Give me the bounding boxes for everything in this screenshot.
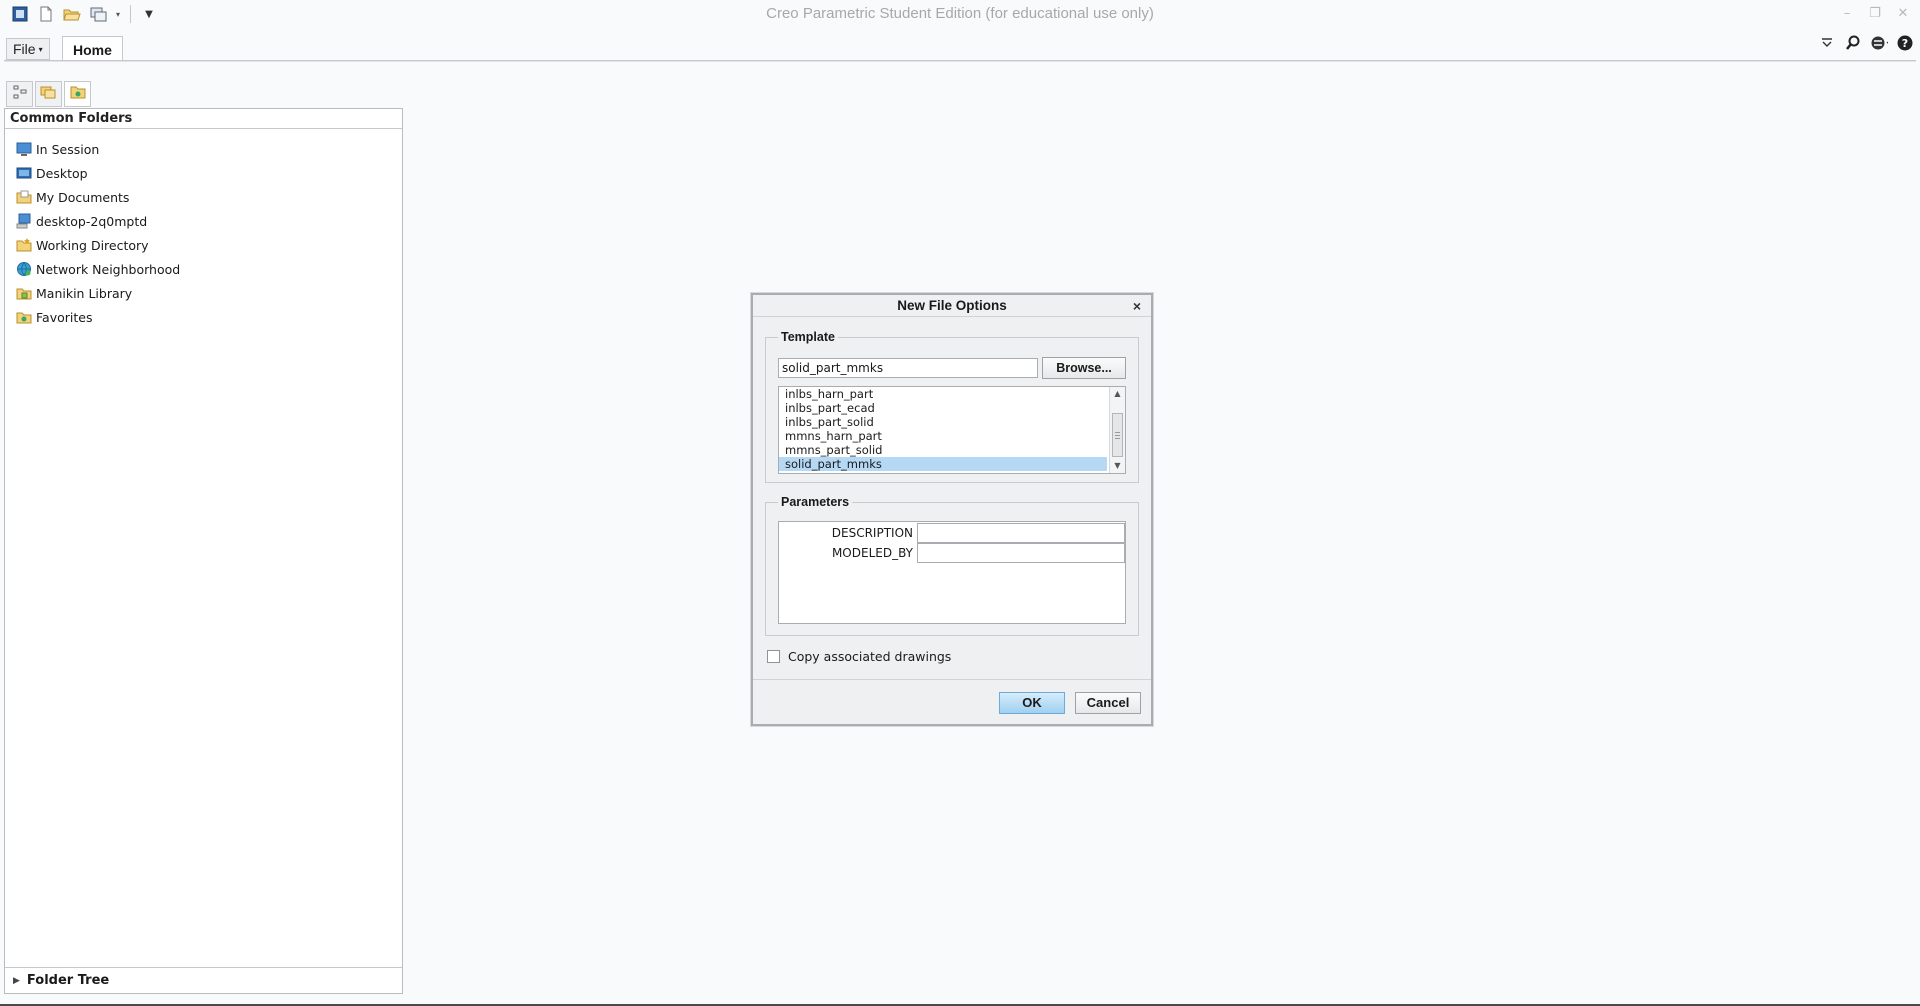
folder-label: Manikin Library xyxy=(36,285,133,301)
folder-label: Desktop xyxy=(36,165,88,181)
desktop-icon xyxy=(16,165,32,181)
folder-label: Favorites xyxy=(36,309,93,325)
dialog-title: New File Options xyxy=(897,298,1007,313)
folder-item-in-session[interactable]: In Session xyxy=(5,137,402,161)
modeled-by-field[interactable] xyxy=(917,543,1125,563)
copy-drawings-checkbox[interactable] xyxy=(767,650,780,663)
new-file-options-dialog: New File Options × Template solid_part_m… xyxy=(751,293,1153,726)
param-row: MODELED_BY xyxy=(779,543,1125,564)
monitor-icon xyxy=(16,141,32,157)
folder-item-network-neighborhood[interactable]: Network Neighborhood xyxy=(5,257,402,281)
folder-label: Network Neighborhood xyxy=(36,261,181,277)
documents-icon xyxy=(16,189,32,205)
tab-model-tree[interactable] xyxy=(6,81,33,107)
folder-item-manikin-library[interactable]: Manikin Library xyxy=(5,281,402,305)
dialog-title-bar: New File Options × xyxy=(753,295,1151,317)
parameters-group: Parameters DESCRIPTION MODELED_BY xyxy=(765,495,1139,636)
restore-icon[interactable]: ❐ xyxy=(1866,4,1884,22)
param-name: DESCRIPTION xyxy=(831,526,913,540)
folder-item-desktop[interactable]: Desktop xyxy=(5,161,402,185)
tab-folder-browser[interactable] xyxy=(64,81,91,107)
scroll-grip xyxy=(1115,432,1120,433)
library-icon xyxy=(16,285,32,301)
scroll-thumb[interactable] xyxy=(1112,413,1123,457)
ribbon-right-tools: ? xyxy=(1818,34,1914,52)
dialog-footer-divider xyxy=(753,679,1151,680)
expand-triangle-icon: ▶ xyxy=(13,975,20,986)
list-item[interactable]: mmns_harn_part xyxy=(779,429,1107,443)
close-icon[interactable]: × xyxy=(1129,295,1145,317)
folder-item-computer[interactable]: desktop-2q0mptd xyxy=(5,209,402,233)
model-tree-icon xyxy=(12,84,28,104)
cancel-button[interactable]: Cancel xyxy=(1075,692,1141,714)
template-listbox[interactable]: inlbs_harn_part inlbs_part_ecad inlbs_pa… xyxy=(778,386,1126,474)
param-name: MODELED_BY xyxy=(831,546,913,560)
folder-item-favorites[interactable]: Favorites xyxy=(5,305,402,329)
parameters-table: DESCRIPTION MODELED_BY xyxy=(778,521,1126,624)
folder-label: My Documents xyxy=(36,189,130,205)
list-item[interactable]: mmns_part_solid xyxy=(779,443,1107,457)
folder-label: desktop-2q0mptd xyxy=(36,213,148,229)
template-input[interactable]: solid_part_mmks xyxy=(778,358,1038,378)
description-field[interactable] xyxy=(917,523,1125,543)
chevron-down-icon: ▾ xyxy=(38,44,43,54)
folder-list: In Session Desktop My Documents desktop-… xyxy=(5,129,402,329)
network-icon xyxy=(16,261,32,277)
listbox-scrollbar[interactable]: ▲ ▼ xyxy=(1109,387,1125,473)
tab-home[interactable]: Home xyxy=(62,36,123,62)
scroll-down-icon[interactable]: ▼ xyxy=(1110,459,1125,473)
folder-navigator: Common Folders In Session Desktop My Doc… xyxy=(4,108,403,994)
file-tab-label: File xyxy=(13,41,36,57)
scroll-grip xyxy=(1115,435,1120,436)
ok-button[interactable]: OK xyxy=(999,692,1065,714)
close-icon[interactable]: ✕ xyxy=(1894,4,1912,22)
browse-button[interactable]: Browse... xyxy=(1042,357,1126,379)
computer-icon xyxy=(16,213,32,229)
folder-item-my-documents[interactable]: My Documents xyxy=(5,185,402,209)
favorites-icon xyxy=(16,309,32,325)
file-menu-tab[interactable]: File ▾ xyxy=(6,38,50,60)
param-row: DESCRIPTION xyxy=(779,523,1125,544)
window-title: Creo Parametric Student Edition (for edu… xyxy=(766,5,1154,22)
list-item[interactable]: inlbs_part_solid xyxy=(779,415,1107,429)
copy-drawings-label: Copy associated drawings xyxy=(788,649,952,664)
list-item[interactable]: inlbs_harn_part xyxy=(779,387,1107,401)
scroll-up-icon[interactable]: ▲ xyxy=(1110,387,1125,401)
title-bar: ▾ ▼ Creo Parametric Student Edition (for… xyxy=(0,0,1920,28)
list-item[interactable]: inlbs_part_ecad xyxy=(779,401,1107,415)
folder-item-working-directory[interactable]: Working Directory xyxy=(5,233,402,257)
tab-layers[interactable] xyxy=(35,81,62,107)
svg-text:?: ? xyxy=(1902,37,1908,50)
folder-tree-toggle[interactable]: ▶ Folder Tree xyxy=(5,967,402,993)
list-item-selected[interactable]: solid_part_mmks xyxy=(779,457,1107,471)
ribbon-divider xyxy=(4,60,1916,62)
minimize-icon[interactable]: – xyxy=(1838,4,1856,22)
parameters-group-label: Parameters xyxy=(778,495,853,509)
folder-label: Working Directory xyxy=(36,237,149,253)
community-icon[interactable] xyxy=(1870,34,1888,52)
common-folders-header: Common Folders xyxy=(5,109,402,129)
working-folder-icon xyxy=(16,237,32,253)
window-controls: – ❐ ✕ xyxy=(1838,4,1912,22)
folder-tree-label: Folder Tree xyxy=(26,973,110,988)
collapse-ribbon-icon[interactable] xyxy=(1818,34,1836,52)
help-icon[interactable]: ? xyxy=(1896,34,1914,52)
copy-drawings-option[interactable]: Copy associated drawings xyxy=(767,649,951,664)
navigator-tabs xyxy=(6,81,91,107)
layers-icon xyxy=(40,84,58,104)
template-group-label: Template xyxy=(778,330,838,344)
template-group: Template solid_part_mmks Browse... inlbs… xyxy=(765,330,1139,483)
search-icon[interactable] xyxy=(1844,34,1862,52)
scroll-grip xyxy=(1115,438,1120,439)
folder-label: In Session xyxy=(36,141,100,157)
folder-browser-icon xyxy=(70,84,86,104)
